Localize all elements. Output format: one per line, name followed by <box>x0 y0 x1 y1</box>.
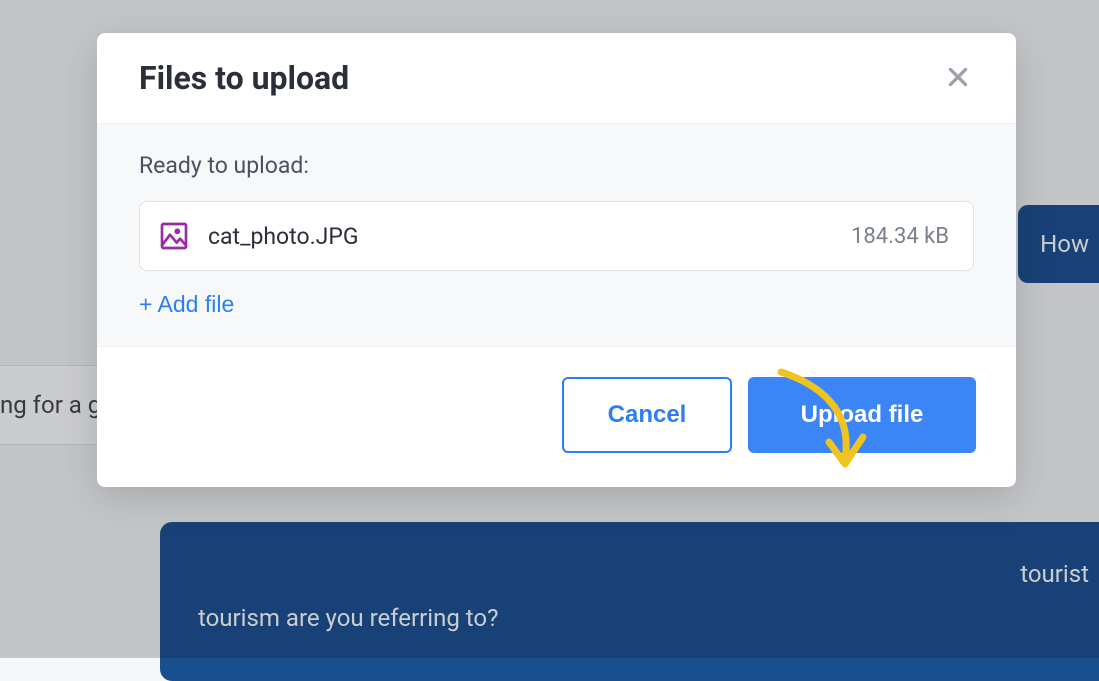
close-icon <box>945 64 971 93</box>
modal-header: Files to upload <box>97 33 1016 123</box>
file-row: cat_photo.JPG 184.34 kB <box>139 201 974 271</box>
cancel-button[interactable]: Cancel <box>562 377 732 453</box>
file-name: cat_photo.JPG <box>208 223 833 250</box>
modal-footer: Cancel Upload file <box>97 347 1016 487</box>
add-file-button[interactable]: + Add file <box>139 291 234 318</box>
file-size: 184.34 kB <box>851 224 949 249</box>
modal-body: Ready to upload: cat_photo.JPG 184.34 kB… <box>97 123 1016 347</box>
close-button[interactable] <box>940 60 976 96</box>
ready-to-upload-label: Ready to upload: <box>139 152 974 179</box>
image-file-icon <box>158 220 190 252</box>
upload-file-button[interactable]: Upload file <box>748 377 976 453</box>
upload-modal: Files to upload Ready to upload: cat_pho… <box>97 33 1016 487</box>
modal-title: Files to upload <box>139 59 349 97</box>
